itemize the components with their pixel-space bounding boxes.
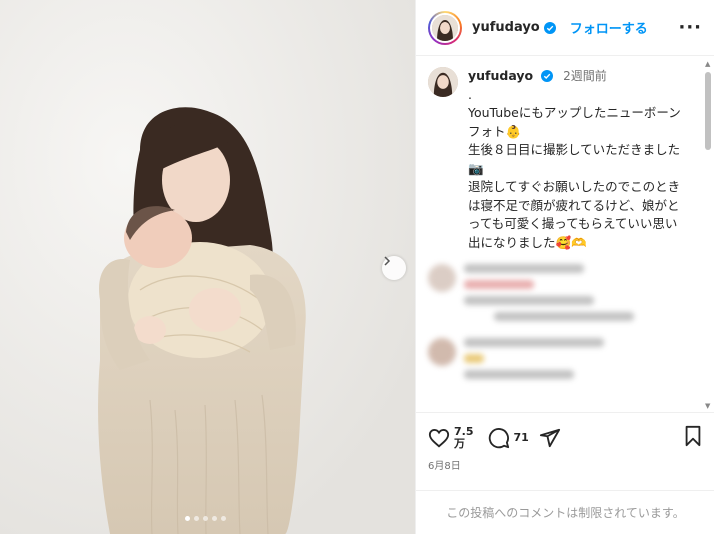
avatar-image [432,14,458,41]
scroll-thumb[interactable] [705,72,711,150]
like-count-unit: 万 [454,437,465,450]
verified-badge-icon [543,21,556,34]
comment-count: 71 [513,431,529,444]
carousel-dot [212,516,217,521]
next-image-button[interactable] [382,256,406,280]
avatar-image [428,67,458,97]
scrollbar[interactable]: ▲ ▼ [704,60,712,410]
carousel-indicator [185,516,226,521]
chevron-right-icon [384,256,391,266]
action-bar: 7.5 万 71 6月8日 [416,412,714,472]
scroll-up-icon[interactable]: ▲ [705,60,710,68]
heart-icon [428,429,450,448]
caption-line: 📷 [468,160,484,176]
post-photo[interactable] [0,0,415,534]
caption-avatar[interactable] [428,67,458,97]
comment-button[interactable]: 71 [488,427,529,449]
caption-line: 出になりました🥰🫶 [468,234,587,250]
caption-line: 退院してすぐお願いしたのでこのとき [468,179,681,194]
caption-line: っても可愛く撮ってもらえていい思い [468,216,678,231]
newborn-photo [0,0,415,534]
post-header: yufudayo フォローする ··· [416,0,714,56]
scroll-down-icon[interactable]: ▼ [705,402,710,410]
carousel-dot [185,516,190,521]
like-count: 7.5 万 [454,426,474,450]
carousel-dot [194,516,199,521]
like-button[interactable]: 7.5 万 [428,426,474,450]
caption-line: YouTubeにもアップしたニューボーン [468,105,681,120]
carousel-dot [221,516,226,521]
comment-restricted-notice: この投稿へのコメントは制限されています。 [416,490,714,534]
blurred-comment [428,338,699,386]
caption-username[interactable]: yufudayo [468,68,533,83]
share-button[interactable] [539,427,561,449]
comments-area: yufudayo 2週間前 . YouTubeにもアップしたニューボーン フォト… [416,57,714,412]
blurred-comments [428,264,699,386]
avatar[interactable] [428,10,462,45]
post-date[interactable]: 6月8日 [428,457,703,472]
carousel-dot [203,516,208,521]
verified-badge-icon [541,70,554,82]
blurred-comment [428,264,699,328]
caption: yufudayo 2週間前 . YouTubeにもアップしたニューボーン フォト… [428,67,699,252]
save-button[interactable] [683,425,703,451]
caption-time[interactable]: 2週間前 [563,69,607,83]
caption-line: . [468,86,472,102]
more-options-button[interactable]: ··· [678,17,702,38]
follow-button[interactable]: フォローする [570,18,648,37]
caption-line: フォト👶 [468,123,522,139]
comment-icon [488,428,509,449]
caption-line: 生後８日目に撮影していただきました [468,142,681,157]
bookmark-icon [685,425,701,447]
post-sidebar: yufudayo フォローする ··· yufudayo 2週間前 . YouT… [415,0,714,534]
send-icon [539,428,560,448]
header-username[interactable]: yufudayo [472,20,540,35]
caption-line: は寝不足で顔が疲れてるけど、娘がと [468,197,680,213]
